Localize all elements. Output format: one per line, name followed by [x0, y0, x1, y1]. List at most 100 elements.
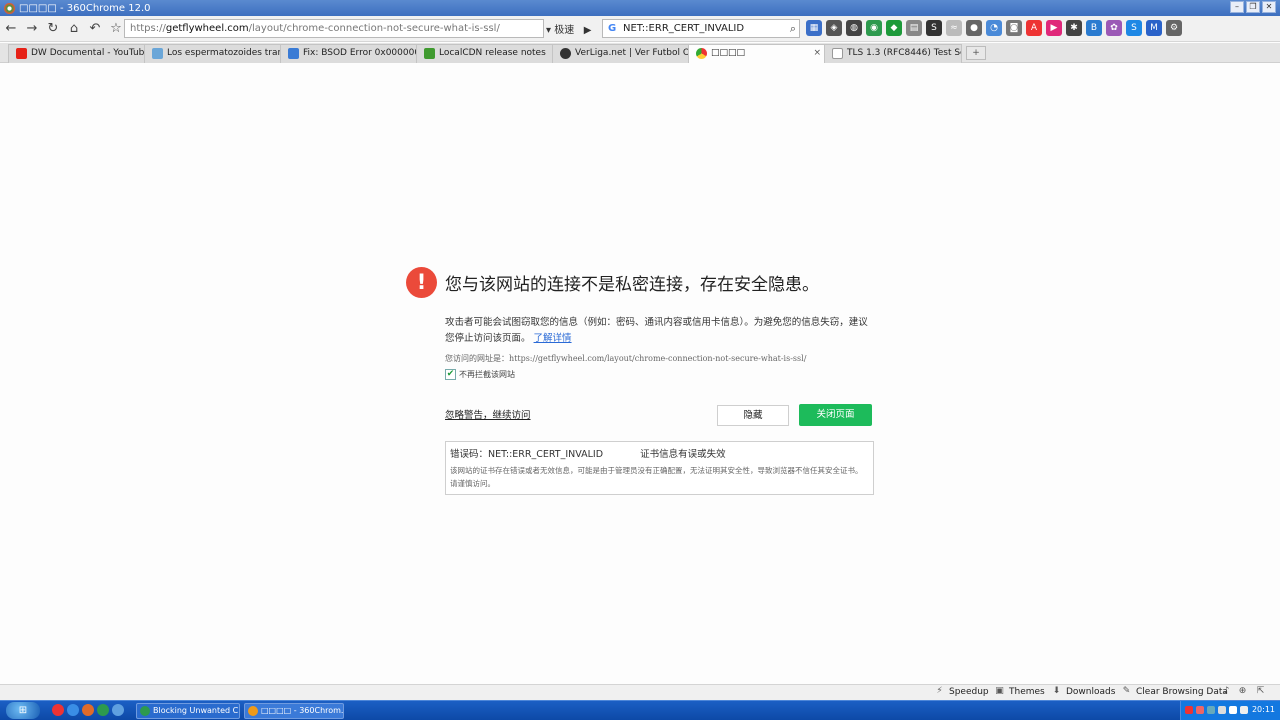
shield-extension-icon[interactable]: ◈ [826, 20, 842, 36]
ie-quicklaunch-icon[interactable] [67, 704, 79, 716]
minimize-icon[interactable]: – [1230, 1, 1244, 13]
clear-label: Clear Browsing Data [1136, 686, 1228, 697]
tab-espermatozoides[interactable]: Los espermatozoides transm [144, 44, 282, 63]
search-value: NET::ERR_CERT_INVALID [623, 23, 745, 34]
error-detail-header: 错误码：NET::ERR_CERT_INVALID 证书信息有误或失效 [450, 446, 869, 460]
tray-media-icon[interactable] [1229, 706, 1237, 714]
close-page-button[interactable]: 关闭页面 [799, 404, 872, 426]
clear-browsing-data-button[interactable]: ✎ Clear Browsing Data [1121, 686, 1228, 697]
chrome-quicklaunch-icon[interactable] [52, 704, 64, 716]
site-icon [152, 48, 163, 59]
google-icon: G [608, 23, 617, 34]
checkbox-checked-icon[interactable]: ✔ [445, 369, 456, 380]
tab-localcdn[interactable]: LocalCDN release notes [416, 44, 554, 63]
undo-close-button[interactable]: ↶ [85, 19, 105, 39]
themes-label: Themes [1009, 686, 1045, 697]
s-extension-icon[interactable]: S [926, 20, 942, 36]
error-detail-text: 该网站的证书存在错误或者无效信息，可能是由于管理员没有正确配置，无法证明其安全性… [450, 466, 863, 488]
themes-icon: ▣ [995, 686, 1004, 696]
task-label: □□□□ - 360Chrom... [261, 706, 344, 715]
downloads-button[interactable]: ⬇ Downloads [1051, 686, 1116, 697]
search-box[interactable]: G NET::ERR_CERT_INVALID ⌕ [602, 19, 800, 38]
start-button[interactable]: ⊞ [6, 702, 40, 719]
green-extension-icon[interactable]: ◉ [866, 20, 882, 36]
extension-icons: ▦ ◈ ◍ ◉ ◆ ▤ S ≈ ● ◔ ◙ A ▶ ✱ B ✿ S M ⚙ [806, 20, 1182, 36]
reload-button[interactable]: ↻ [43, 19, 63, 39]
ignore-warning-link[interactable]: 忽略警告，继续访问 [445, 407, 531, 421]
speedup-button[interactable]: ⚡ Speedup [934, 686, 989, 697]
tray-clock[interactable]: 20:11 [1252, 705, 1275, 714]
task-label: Blocking Unwanted C... [153, 706, 240, 715]
tray-alert-icon[interactable] [1196, 706, 1204, 714]
navigation-toolbar: ← → ↻ ⌂ ↶ ☆ https://getflywheel.com/layo… [0, 16, 1280, 42]
broom-icon: ✎ [1122, 686, 1131, 696]
skype-extension-icon[interactable]: S [1126, 20, 1142, 36]
taskbar-item-360chrome[interactable]: □□□□ - 360Chrom... [244, 703, 344, 719]
new-tab-button[interactable]: + [966, 46, 986, 60]
speedup-label: Speedup [949, 686, 989, 697]
tab-verliga[interactable]: VerLiga.net | Ver Futbol Onlin [552, 44, 690, 63]
tray-shield-icon[interactable] [1185, 706, 1193, 714]
error-code: 错误码：NET::ERR_CERT_INVALID [450, 449, 604, 460]
wrench-menu-icon[interactable]: ⚙ [1166, 20, 1182, 36]
play-extension-icon[interactable]: ▶ [1046, 20, 1062, 36]
restore-icon[interactable]: ❐ [1246, 1, 1260, 13]
zoom-icon[interactable]: ⊕ [1237, 686, 1248, 697]
filter-extension-icon[interactable]: ▤ [906, 20, 922, 36]
volume-icon[interactable]: ♪ [1221, 686, 1232, 697]
learn-more-link[interactable]: 了解详情 [534, 333, 572, 344]
checkbox-label: 不再拦截该网站 [459, 370, 515, 379]
privacy-extension-icon[interactable]: ◍ [846, 20, 862, 36]
themes-button[interactable]: ▣ Themes [994, 686, 1045, 697]
forward-button[interactable]: → [22, 19, 42, 39]
warning-icon: ! [406, 267, 437, 298]
tab-tls[interactable]: TLS 1.3 (RFC8446) Test Serv [824, 44, 962, 63]
address-bar[interactable]: https://getflywheel.com/layout/chrome-co… [124, 19, 544, 38]
windows-icon [288, 48, 299, 59]
tab-label: Fix: BSOD Error 0x0000007E [303, 48, 417, 58]
camera-extension-icon[interactable]: ◙ [1006, 20, 1022, 36]
tab-current[interactable]: □□□□ × [688, 44, 826, 63]
browser-quicklaunch-icon[interactable] [112, 704, 124, 716]
localcdn-extension-icon[interactable]: ◆ [886, 20, 902, 36]
chrome-icon [696, 48, 707, 59]
share-extension-icon[interactable]: ◔ [986, 20, 1002, 36]
tab-strip: DW Documental - YouTube Los espermatozoi… [0, 43, 1280, 63]
tab-label: Los espermatozoides transm [167, 48, 281, 58]
firefox-quicklaunch-icon[interactable] [82, 704, 94, 716]
render-mode-toggle[interactable]: ▾ 极速 ▶ [546, 21, 591, 36]
bulb-extension-icon[interactable]: ● [966, 20, 982, 36]
back-button[interactable]: ← [1, 19, 21, 39]
close-window-icon[interactable]: ✕ [1262, 1, 1276, 13]
tray-display-icon[interactable] [1218, 706, 1226, 714]
dont-block-checkbox-row[interactable]: ✔ 不再拦截该网站 [445, 369, 515, 380]
bookmark-star-icon[interactable]: ☆ [106, 19, 126, 39]
settings-extension-icon[interactable]: ✱ [1066, 20, 1082, 36]
window-controls: – ❐ ✕ [1230, 1, 1276, 13]
search-icon[interactable]: ⌕ [790, 20, 796, 37]
b-extension-icon[interactable]: B [1086, 20, 1102, 36]
wave-extension-icon[interactable]: ≈ [946, 20, 962, 36]
color-extension-icon[interactable]: ✿ [1106, 20, 1122, 36]
tab-youtube[interactable]: DW Documental - YouTube [8, 44, 146, 63]
app-quicklaunch-icon[interactable] [97, 704, 109, 716]
window-titlebar: □□□□ - 360Chrome 12.0 – ❐ ✕ [0, 0, 1280, 16]
youtube-icon [16, 48, 27, 59]
visited-url-text: 您访问的网址是：https://getflywheel.com/layout/c… [445, 354, 807, 363]
taskbar-item-blocking[interactable]: Blocking Unwanted C... [136, 703, 240, 719]
window-title: □□□□ - 360Chrome 12.0 [19, 2, 151, 14]
tray-volume-icon[interactable] [1240, 706, 1248, 714]
close-tab-icon[interactable]: × [813, 45, 821, 62]
task-app-icon [140, 706, 150, 716]
a-extension-icon[interactable]: A [1026, 20, 1042, 36]
error-description: 攻击者可能会试图窃取您的信息（例如：密码、通讯内容或信用卡信息）。为避免您的信息… [445, 315, 877, 347]
tab-bsod[interactable]: Fix: BSOD Error 0x0000007E [280, 44, 418, 63]
apps-extension-icon[interactable]: ▦ [806, 20, 822, 36]
hide-button[interactable]: 隐藏 [717, 405, 789, 426]
home-button[interactable]: ⌂ [64, 19, 84, 39]
tray-network-icon[interactable] [1207, 706, 1215, 714]
m-extension-icon[interactable]: M [1146, 20, 1162, 36]
cursor-icon[interactable]: ⇱ [1255, 686, 1266, 697]
tab-label: □□□□ [711, 48, 746, 58]
localcdn-icon [424, 48, 435, 59]
